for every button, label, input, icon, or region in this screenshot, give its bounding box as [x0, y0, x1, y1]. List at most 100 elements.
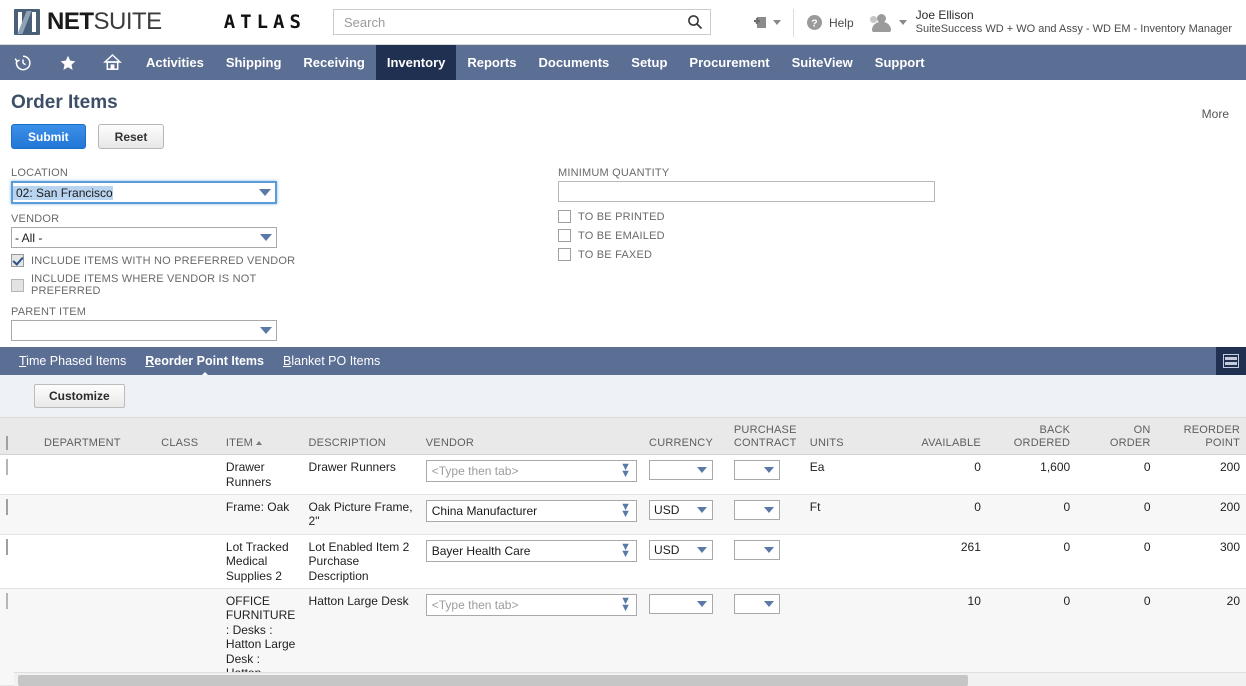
- global-search[interactable]: [333, 9, 711, 35]
- vendor-select[interactable]: - All -: [11, 227, 277, 248]
- horizontal-scrollbar[interactable]: [14, 672, 1246, 686]
- include-vendor-not-preferred-checkbox[interactable]: [11, 279, 24, 292]
- nav-item-shipping[interactable]: Shipping: [215, 45, 293, 80]
- table-row[interactable]: OFFICE FURNITURE : Desks : Hatton Large …: [0, 589, 1246, 686]
- nav-item-suiteview[interactable]: SuiteView: [781, 45, 864, 80]
- to-be-printed-row[interactable]: TO BE PRINTED: [558, 210, 948, 223]
- to-be-emailed-row[interactable]: TO BE EMAILED: [558, 229, 948, 242]
- table-row[interactable]: Frame: Oak Oak Picture Frame, 2" China M…: [0, 495, 1246, 535]
- row-select-cell[interactable]: [0, 455, 38, 495]
- tab-reorder-point-items[interactable]: Reorder Point Items: [145, 354, 264, 368]
- row-select-cell[interactable]: [0, 589, 38, 686]
- search-icon[interactable]: [687, 14, 703, 30]
- column-description[interactable]: DESCRIPTION: [303, 418, 420, 455]
- reset-button[interactable]: Reset: [98, 124, 165, 149]
- select-all-header[interactable]: [0, 418, 38, 455]
- include-no-preferred-vendor-row[interactable]: INCLUDE ITEMS WITH NO PREFERRED VENDOR: [11, 254, 311, 267]
- cell-purchase-contract[interactable]: [728, 495, 804, 535]
- user-menu[interactable]: Joe Ellison SuiteSuccess WD + WO and Ass…: [868, 8, 1246, 37]
- row-select-checkbox[interactable]: [6, 499, 8, 515]
- favorites-button[interactable]: [45, 45, 90, 80]
- currency-select[interactable]: USD: [649, 540, 713, 560]
- double-chevron-down-icon[interactable]: ▼▼: [620, 598, 631, 612]
- purchase-contract-select[interactable]: [734, 594, 780, 614]
- column-units[interactable]: UNITS: [804, 418, 893, 455]
- column-class[interactable]: CLASS: [155, 418, 220, 455]
- customize-button[interactable]: Customize: [34, 384, 125, 408]
- double-chevron-down-icon[interactable]: ▼▼: [620, 464, 631, 478]
- vendor-lookup-field[interactable]: <Type then tab> ▼▼: [426, 594, 637, 616]
- tab-blanket-po-items[interactable]: Blanket PO Items: [283, 354, 380, 368]
- search-input[interactable]: [342, 14, 672, 31]
- vendor-lookup-field[interactable]: China Manufacturer ▼▼: [426, 500, 637, 522]
- double-chevron-down-icon[interactable]: ▼▼: [620, 544, 631, 558]
- cell-purchase-contract[interactable]: [728, 455, 804, 495]
- column-available[interactable]: AVAILABLE: [893, 418, 987, 455]
- submit-button[interactable]: Submit: [11, 124, 86, 149]
- purchase-contract-select[interactable]: [734, 500, 780, 520]
- cell-purchase-contract[interactable]: [728, 589, 804, 686]
- to-be-printed-checkbox[interactable]: [558, 210, 571, 223]
- column-currency[interactable]: CURRENCY: [643, 418, 728, 455]
- include-vendor-not-preferred-row[interactable]: INCLUDE ITEMS WHERE VENDOR IS NOT PREFER…: [11, 273, 311, 297]
- column-purchase-contract[interactable]: PURCHASECONTRACT: [728, 418, 804, 455]
- cell-vendor[interactable]: <Type then tab> ▼▼: [420, 455, 643, 495]
- row-select-checkbox[interactable]: [6, 593, 8, 609]
- more-link[interactable]: More: [1202, 107, 1229, 121]
- nav-item-activities[interactable]: Activities: [135, 45, 215, 80]
- cell-currency[interactable]: [643, 455, 728, 495]
- currency-select[interactable]: [649, 460, 713, 480]
- to-be-emailed-checkbox[interactable]: [558, 229, 571, 242]
- recent-records-button[interactable]: [0, 45, 45, 80]
- parent-item-select[interactable]: [11, 320, 277, 341]
- column-reorder-point[interactable]: REORDERPOINT: [1157, 418, 1246, 455]
- to-be-faxed-row[interactable]: TO BE FAXED: [558, 248, 948, 261]
- to-be-faxed-label: TO BE FAXED: [578, 249, 652, 261]
- cell-currency[interactable]: USD: [643, 534, 728, 588]
- column-department[interactable]: DEPARTMENT: [38, 418, 155, 455]
- table-row[interactable]: Drawer Runners Drawer Runners <Type then…: [0, 455, 1246, 495]
- vendor-lookup-field[interactable]: <Type then tab> ▼▼: [426, 460, 637, 482]
- home-button[interactable]: [90, 45, 135, 80]
- nav-item-setup[interactable]: Setup: [620, 45, 678, 80]
- tab-time-phased-items[interactable]: Time Phased Items: [19, 354, 126, 368]
- include-no-preferred-vendor-checkbox[interactable]: [11, 254, 24, 267]
- select-all-checkbox[interactable]: [6, 436, 8, 450]
- nav-item-support[interactable]: Support: [864, 45, 936, 80]
- row-select-checkbox[interactable]: [6, 539, 8, 555]
- nav-item-reports[interactable]: Reports: [456, 45, 527, 80]
- row-select-checkbox[interactable]: [6, 459, 8, 475]
- cell-currency[interactable]: [643, 589, 728, 686]
- purchase-contract-select[interactable]: [734, 540, 780, 560]
- double-chevron-down-icon[interactable]: ▼▼: [620, 504, 631, 518]
- cell-currency[interactable]: USD: [643, 495, 728, 535]
- netsuite-logo[interactable]: NETSUITE: [14, 8, 162, 36]
- column-item[interactable]: ITEM: [220, 418, 303, 455]
- nav-item-documents[interactable]: Documents: [527, 45, 620, 80]
- help-button[interactable]: ? Help: [806, 14, 854, 31]
- row-select-cell[interactable]: [0, 534, 38, 588]
- minimum-quantity-input[interactable]: [558, 181, 935, 202]
- quick-add-menu[interactable]: [751, 14, 781, 32]
- table-row[interactable]: Lot Tracked Medical Supplies 2 Lot Enabl…: [0, 534, 1246, 588]
- cell-vendor[interactable]: China Manufacturer ▼▼: [420, 495, 643, 535]
- list-view-toggle-button[interactable]: [1216, 347, 1246, 375]
- column-back-ordered[interactable]: BACKORDERED: [987, 418, 1076, 455]
- vendor-lookup-field[interactable]: Bayer Health Care ▼▼: [426, 540, 637, 562]
- currency-select[interactable]: [649, 594, 713, 614]
- cell-purchase-contract[interactable]: [728, 534, 804, 588]
- currency-select[interactable]: USD: [649, 500, 713, 520]
- cell-vendor[interactable]: <Type then tab> ▼▼: [420, 589, 643, 686]
- column-vendor[interactable]: VENDOR: [420, 418, 643, 455]
- user-name: Joe Ellison: [916, 8, 1232, 23]
- nav-item-receiving[interactable]: Receiving: [292, 45, 375, 80]
- nav-item-procurement[interactable]: Procurement: [678, 45, 780, 80]
- cell-vendor[interactable]: Bayer Health Care ▼▼: [420, 534, 643, 588]
- location-select[interactable]: 02: San Francisco: [11, 181, 277, 204]
- nav-item-inventory[interactable]: Inventory: [376, 45, 457, 80]
- scrollbar-thumb[interactable]: [18, 675, 968, 686]
- to-be-faxed-checkbox[interactable]: [558, 248, 571, 261]
- row-select-cell[interactable]: [0, 495, 38, 535]
- column-on-order[interactable]: ONORDER: [1076, 418, 1156, 455]
- purchase-contract-select[interactable]: [734, 460, 780, 480]
